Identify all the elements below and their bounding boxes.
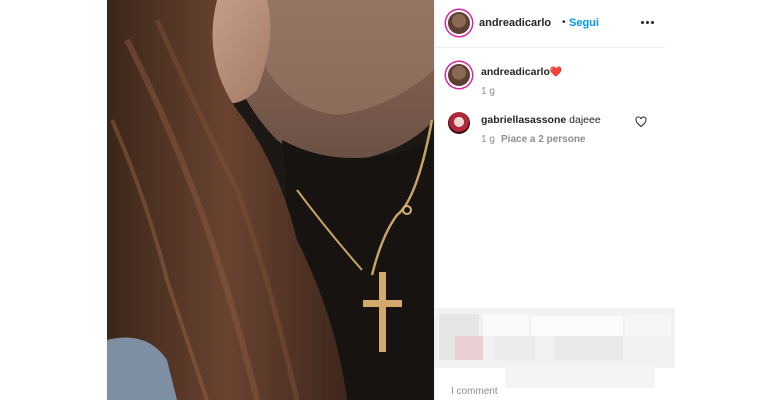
more-dot — [645, 20, 649, 24]
author-avatar[interactable] — [448, 12, 470, 34]
more-options-button[interactable] — [638, 15, 656, 29]
caption-time: 1 g — [481, 86, 495, 97]
commenter-avatar[interactable] — [448, 112, 470, 134]
caption-avatar[interactable] — [448, 64, 470, 86]
comment-time: 1 g — [481, 134, 495, 145]
comment-text: gabriellasassone dajeee — [481, 114, 601, 126]
post-side-panel: andreadicarlo • Segui andreadicarlo❤️ 1 … — [434, 0, 675, 400]
more-dot — [650, 20, 654, 24]
post-photo[interactable] — [107, 0, 434, 400]
caption-text: andreadicarlo❤️ — [481, 66, 562, 78]
photo-image — [107, 0, 434, 400]
comment-likes-link[interactable]: Piace a 2 persone — [501, 134, 586, 145]
comment-username[interactable]: gabriellasassone — [481, 114, 566, 126]
author-username[interactable]: andreadicarlo — [479, 17, 551, 29]
more-horizontal-icon — [640, 20, 644, 24]
comments-hint: I comment — [451, 386, 498, 397]
caption-username[interactable]: andreadicarlo — [481, 66, 550, 78]
heart-outline-icon[interactable] — [635, 116, 647, 128]
comment-body: dajeee — [569, 114, 601, 126]
follow-button[interactable]: Segui — [569, 17, 599, 29]
post-header: andreadicarlo • Segui — [435, 0, 665, 48]
separator-dot: • — [562, 17, 566, 28]
heart-emoji: ❤️ — [549, 67, 563, 78]
